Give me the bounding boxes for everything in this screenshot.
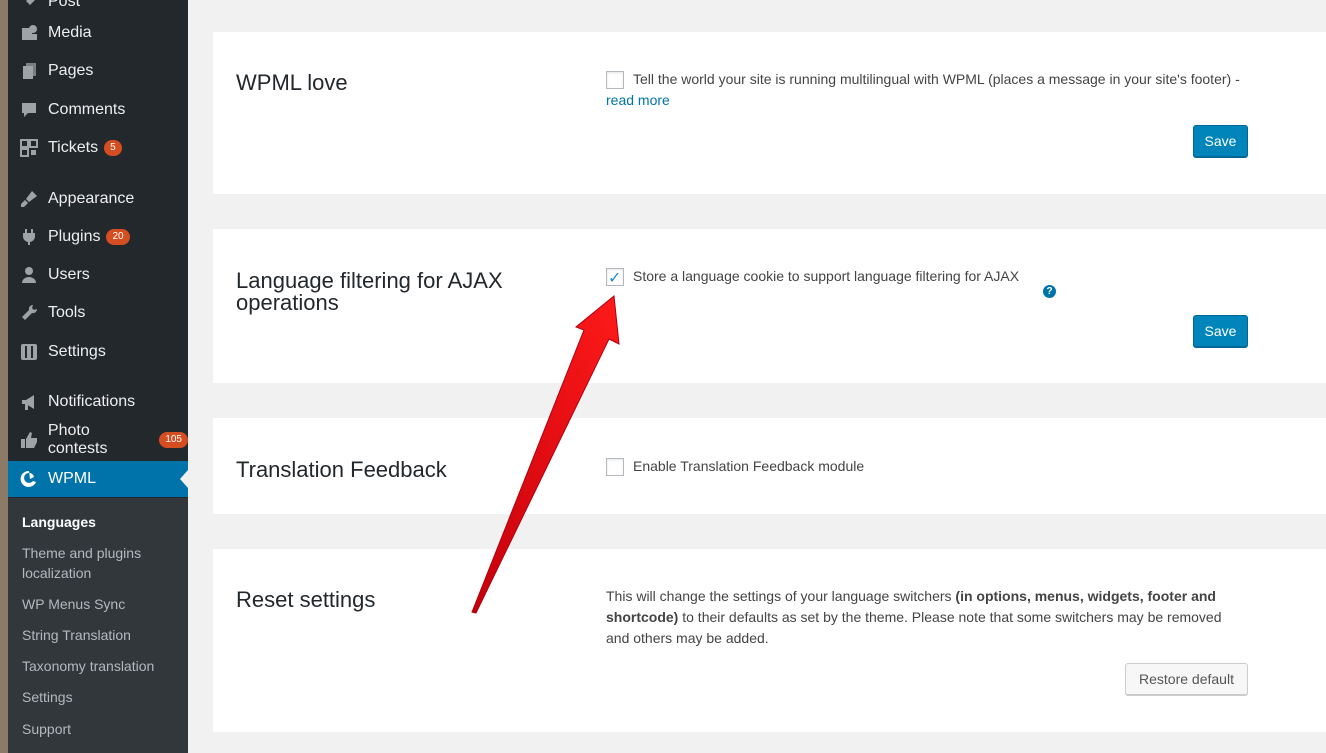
menu-label: Post	[48, 0, 81, 10]
submenu-item-languages[interactable]: Languages	[22, 512, 182, 532]
menu-item-media[interactable]: Media	[8, 15, 188, 51]
window-edge	[0, 0, 8, 753]
pages-icon	[18, 60, 40, 82]
count-badge: 105	[159, 432, 188, 448]
count-badge: 5	[104, 140, 122, 156]
menu-label: Photo contests	[47, 422, 108, 457]
submenu-item-taxonomy-translation[interactable]: Taxonomy translation	[22, 656, 182, 676]
option-label: Enable Translation Feedback module	[633, 458, 865, 474]
menu-item-plugins[interactable]: Plugins 20	[8, 219, 188, 255]
feedback-checkbox[interactable]	[606, 458, 624, 476]
media-icon	[18, 22, 40, 44]
ajax-filtering-panel: Language filtering for AJAX operations ✓…	[213, 229, 1326, 383]
menu-item-notifications[interactable]: Notifications	[8, 384, 188, 420]
menu-item-pages[interactable]: Pages	[8, 53, 188, 89]
menu-item-comments[interactable]: Comments	[8, 92, 188, 128]
submenu-item-theme-localization[interactable]: Theme and plugins localization	[22, 543, 182, 583]
reset-settings-panel: Reset settings This will change the sett…	[213, 549, 1326, 732]
ajax-option: ✓ Store a language cookie to support lan…	[606, 266, 1246, 290]
thumbs-up-icon	[18, 429, 40, 451]
menu-item-photo-contests[interactable]: Photo contests 105	[8, 422, 188, 458]
menu-item-users[interactable]: Users	[8, 257, 188, 293]
submenu-item-string-translation[interactable]: String Translation	[22, 625, 182, 645]
menu-item-settings[interactable]: Settings	[8, 334, 188, 370]
feedback-option: Enable Translation Feedback module	[606, 456, 1246, 480]
submenu-item-settings[interactable]: Settings	[22, 687, 182, 707]
menu-label: Appearance	[48, 190, 135, 207]
option-label: Tell the world your site is running mult…	[606, 69, 1246, 111]
menu-label: Plugins	[48, 228, 101, 245]
save-button[interactable]: Save	[1193, 315, 1248, 347]
menu-item-tickets[interactable]: Tickets 5	[8, 130, 188, 166]
reset-text-after: to their defaults as set by the theme. P…	[606, 609, 1222, 646]
menu-label: Media	[48, 24, 92, 41]
wpml-submenu: Languages Theme and plugins localization…	[8, 498, 188, 753]
panel-title: Language filtering for AJAX operations	[236, 268, 503, 315]
reset-description: This will change the settings of your la…	[606, 586, 1248, 649]
menu-label: Tickets	[48, 139, 99, 156]
restore-default-button[interactable]: Restore default	[1125, 663, 1248, 695]
paintbrush-icon	[18, 188, 40, 210]
menu-item-tools[interactable]: Tools	[8, 295, 188, 331]
menu-label: Pages	[48, 62, 94, 79]
pin-icon	[18, 0, 40, 13]
reset-text-before: This will change the settings of your la…	[606, 588, 956, 604]
read-more-link[interactable]: read more	[606, 92, 670, 108]
comment-icon	[18, 99, 40, 121]
megaphone-icon	[18, 391, 40, 413]
submenu-item-menus-sync[interactable]: WP Menus Sync	[22, 594, 182, 614]
panel-title: WPML love	[236, 70, 348, 95]
menu-item-appearance[interactable]: Appearance	[8, 181, 188, 217]
menu-label: WPML	[48, 470, 96, 487]
panel-title: Translation Feedback	[236, 457, 447, 482]
option-label: Store a language cookie to support langu…	[633, 268, 1020, 284]
menu-item-wpml[interactable]: WPML	[8, 461, 188, 497]
plug-icon	[18, 226, 40, 248]
wpml-love-panel: WPML love Tell the world your site is ru…	[213, 32, 1326, 194]
menu-label: Notifications	[48, 393, 136, 410]
checkmark-icon: ✓	[608, 270, 622, 287]
submenu-item-support[interactable]: Support	[22, 719, 182, 739]
menu-label: Comments	[48, 101, 126, 118]
wrench-icon	[18, 302, 40, 324]
wpml-logo-icon	[18, 468, 40, 490]
menu-label: Tools	[48, 304, 86, 321]
save-button[interactable]: Save	[1193, 125, 1248, 157]
admin-sidebar: Post Media Pages Comments Tickets 5 Appe…	[8, 0, 188, 753]
wpml-love-option: Tell the world your site is running mult…	[606, 69, 1246, 113]
menu-label: Settings	[48, 343, 106, 360]
menu-label: Users	[48, 266, 90, 283]
panel-title: Reset settings	[236, 587, 376, 612]
count-badge: 20	[106, 229, 130, 245]
help-icon[interactable]: ?	[1043, 285, 1056, 298]
ajax-cookie-checkbox[interactable]: ✓	[606, 268, 624, 287]
current-indicator	[180, 470, 188, 488]
translation-feedback-panel: Translation Feedback Enable Translation …	[213, 418, 1326, 514]
qr-grid-icon	[18, 137, 40, 159]
option-text: Tell the world your site is running mult…	[633, 71, 1240, 87]
user-icon	[18, 264, 40, 286]
sliders-icon	[18, 341, 40, 363]
